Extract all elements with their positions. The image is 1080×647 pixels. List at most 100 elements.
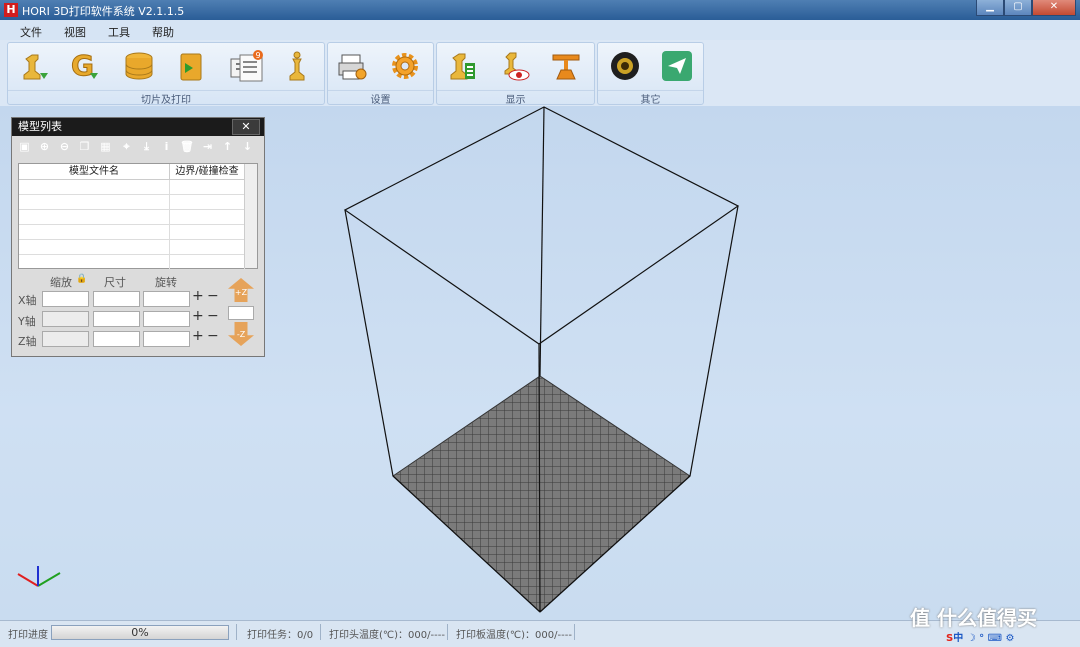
group-label: 其它 — [598, 90, 703, 106]
print-queue-icon[interactable]: 9 — [228, 49, 263, 83]
database-icon[interactable] — [122, 49, 156, 83]
build-plate-grid — [392, 375, 691, 613]
y-minus-button[interactable]: − — [207, 308, 219, 324]
print-queue-badge: 9 — [256, 51, 261, 60]
group-settings: 设置 — [327, 42, 434, 106]
z-rotate-input[interactable] — [143, 331, 190, 347]
table-row[interactable] — [19, 255, 257, 270]
z-plus-button[interactable]: + — [192, 328, 204, 344]
move-down-icon[interactable]: ↓ — [241, 140, 254, 153]
status-separator — [320, 624, 321, 640]
preview-eye-icon[interactable] — [497, 49, 531, 83]
center-icon[interactable]: ⌖ — [120, 140, 133, 153]
y-axis-label: Y轴 — [18, 315, 36, 328]
lock-icon[interactable]: 🔒 — [76, 274, 87, 284]
menu-bar: 文件 视图 工具 帮助 — [0, 20, 1080, 40]
group-other: 其它 — [597, 42, 704, 106]
z-scale-input[interactable] — [42, 331, 89, 347]
grid-arrange-icon[interactable]: ▦ — [99, 140, 112, 153]
ime-mode-label: 中 — [953, 633, 964, 644]
group-display: 显示 — [436, 42, 595, 106]
gear-icon[interactable] — [388, 49, 422, 83]
y-size-input[interactable] — [93, 311, 140, 327]
table-scrollbar[interactable] — [244, 164, 257, 268]
model-table: 模型文件名 边界/碰撞检查 — [18, 163, 258, 270]
menu-help[interactable]: 帮助 — [152, 24, 174, 40]
maximize-button[interactable]: ▢ — [1004, 0, 1032, 16]
status-separator — [236, 624, 237, 640]
table-row[interactable] — [19, 240, 257, 255]
col-collision-check[interactable]: 边界/碰撞检查 — [170, 164, 245, 179]
panel-title: 模型列表 — [18, 120, 62, 133]
model-list-panel: 模型列表 ✕ ▣ ⊕ ⊖ ❐ ▦ ⌖ ⤓ i 🗑 ⇥ ↑ ↓ 模型文件名 边界/… — [11, 117, 265, 357]
copy-icon[interactable]: ❐ — [78, 140, 91, 153]
title-bar: H HORI 3D打印软件系统 V2.1.1.5 ▁ ▢ ✕ — [0, 0, 1080, 20]
minimize-button[interactable]: ▁ — [976, 0, 1004, 16]
drop-to-plate-icon[interactable]: ⤓ — [140, 140, 153, 153]
z-down-button[interactable]: -Z — [228, 322, 254, 346]
svg-text:G: G — [71, 49, 94, 82]
x-axis-label: X轴 — [18, 294, 37, 307]
chess-piece-icon[interactable] — [280, 49, 314, 83]
rotate-header: 旋转 — [155, 276, 177, 289]
export-sd-icon[interactable] — [174, 49, 208, 83]
panel-header: 模型列表 ✕ — [12, 118, 264, 136]
progress-label: 打印进度 — [8, 630, 48, 641]
print-task-status: 打印任务：0/0 — [247, 630, 314, 641]
scale-header: 缩放 — [50, 276, 72, 289]
status-separator — [447, 624, 448, 640]
group-label: 显示 — [437, 90, 594, 106]
col-filename[interactable]: 模型文件名 — [19, 164, 170, 179]
send-icon[interactable] — [660, 49, 694, 83]
show-model-icon[interactable] — [445, 49, 479, 83]
x-rotate-input[interactable] — [143, 291, 190, 307]
watermark: 值 什么值得买 — [910, 606, 1037, 630]
close-button[interactable]: ✕ — [1032, 0, 1076, 16]
menu-file[interactable]: 文件 — [20, 24, 42, 40]
gcode-icon[interactable]: G — [68, 49, 102, 83]
add-icon[interactable]: ⊕ — [38, 140, 51, 153]
table-row[interactable] — [19, 180, 257, 195]
group-label: 切片及打印 — [8, 90, 324, 106]
delete-icon[interactable]: 🗑 — [180, 140, 194, 153]
x-size-input[interactable] — [93, 291, 140, 307]
print-progress-bar: 0% — [51, 625, 229, 640]
menu-tools[interactable]: 工具 — [108, 24, 130, 40]
menu-view[interactable]: 视图 — [64, 24, 86, 40]
tray-icons: ☽ ° ⌨ ⚙ — [966, 633, 1015, 644]
save-icon[interactable]: ▣ — [18, 140, 31, 153]
group-slice-print: G 9 切片及打印 — [7, 42, 325, 106]
z-size-input[interactable] — [93, 331, 140, 347]
z-minus-button[interactable]: − — [207, 328, 219, 344]
y-rotate-input[interactable] — [143, 311, 190, 327]
ribbon-toolbar: G 9 切片及打印 设置 显示 其它 — [0, 40, 1080, 106]
remove-icon[interactable]: ⊖ — [58, 140, 71, 153]
printer-settings-icon[interactable] — [336, 49, 370, 83]
slice-figure-icon[interactable] — [18, 49, 52, 83]
table-row[interactable] — [19, 195, 257, 210]
info-icon[interactable]: i — [160, 140, 173, 153]
move-up-icon[interactable]: ↑ — [221, 140, 234, 153]
table-header: 模型文件名 边界/碰撞检查 — [19, 164, 257, 180]
app-logo-icon: H — [4, 3, 18, 17]
ime-tray[interactable]: S中 ☽ ° ⌨ ⚙ — [946, 629, 1015, 644]
table-row[interactable] — [19, 210, 257, 225]
x-scale-input[interactable] — [42, 291, 89, 307]
z-up-button[interactable]: +Z — [228, 278, 254, 302]
x-minus-button[interactable]: − — [207, 288, 219, 304]
y-scale-input[interactable] — [42, 311, 89, 327]
webcam-icon[interactable] — [608, 49, 642, 83]
y-plus-button[interactable]: + — [192, 308, 204, 324]
group-label: 设置 — [328, 90, 433, 106]
platform-icon[interactable] — [549, 49, 583, 83]
size-header: 尺寸 — [104, 276, 126, 289]
bed-temp-status: 打印板温度(℃)：000/---- — [456, 630, 572, 641]
x-plus-button[interactable]: + — [192, 288, 204, 304]
z-step-input[interactable] — [228, 306, 254, 320]
status-separator — [574, 624, 575, 640]
table-row[interactable] — [19, 225, 257, 240]
window-title: HORI 3D打印软件系统 V2.1.1.5 — [22, 5, 185, 18]
panel-toolbar: ▣ ⊕ ⊖ ❐ ▦ ⌖ ⤓ i 🗑 ⇥ ↑ ↓ — [12, 136, 264, 158]
import-icon[interactable]: ⇥ — [201, 140, 214, 153]
panel-close-button[interactable]: ✕ — [232, 119, 260, 135]
